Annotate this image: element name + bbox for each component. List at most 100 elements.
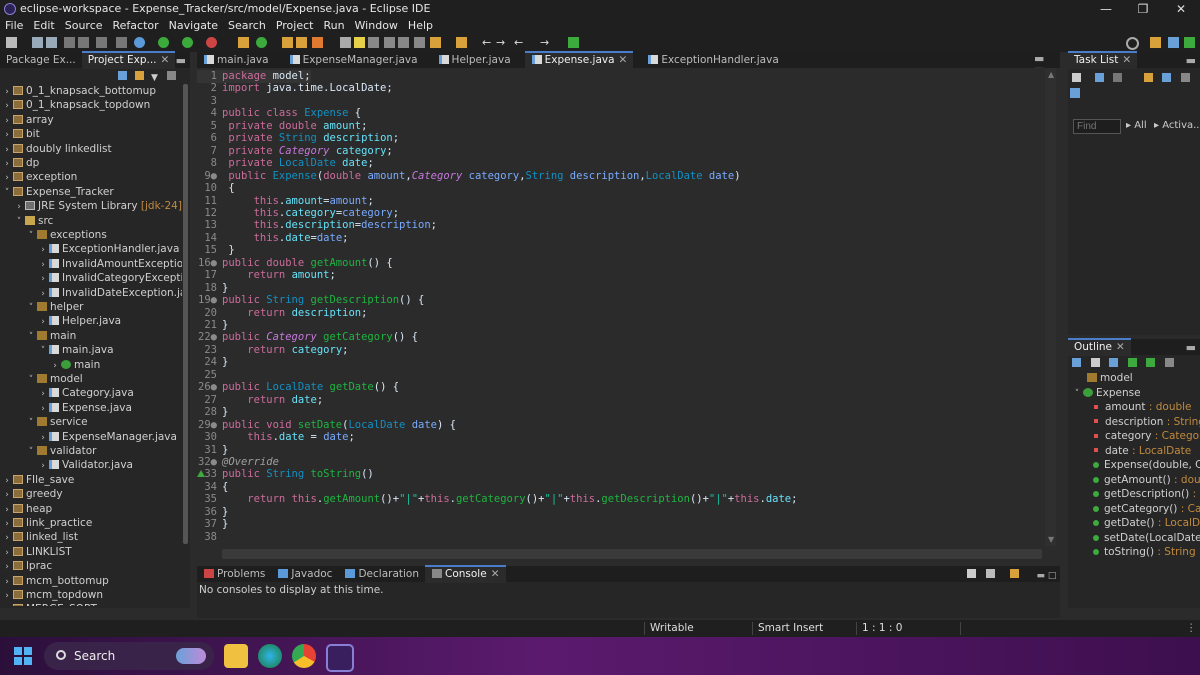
- restore-button[interactable]: ❐: [1128, 1, 1158, 17]
- editor-tab-helper[interactable]: Helper.java: [432, 52, 517, 68]
- tab-project-explorer[interactable]: Project Exp... ✕: [81, 51, 176, 69]
- menu-window[interactable]: Window: [350, 18, 403, 34]
- chevron-right-icon[interactable]: ›: [2, 114, 12, 128]
- chevron-right-icon[interactable]: ›: [2, 517, 12, 531]
- chevron-down-icon[interactable]: ˅: [1072, 387, 1082, 401]
- status-menu-icon[interactable]: ⋮: [1186, 622, 1197, 634]
- tab-package-explorer[interactable]: Package Ex...: [0, 52, 82, 68]
- chevron-right-icon[interactable]: ›: [38, 459, 48, 473]
- menu-run[interactable]: Run: [318, 18, 349, 34]
- tab-declaration[interactable]: Declaration: [338, 566, 425, 582]
- outline-item[interactable]: getCategory() : Categ: [1068, 502, 1200, 516]
- tree-item[interactable]: ˅ src: [2, 214, 54, 228]
- chevron-right-icon[interactable]: ›: [38, 431, 48, 445]
- outline-item[interactable]: date : LocalDate: [1068, 444, 1191, 458]
- chrome-icon[interactable]: [292, 644, 316, 668]
- tree-item[interactable]: › InvalidDateException.java: [2, 286, 182, 300]
- view-menu-icon[interactable]: [1164, 358, 1174, 367]
- eclipse-taskbar-icon[interactable]: [326, 644, 354, 672]
- collapse-all-icon[interactable]: [1072, 358, 1081, 367]
- outline-item[interactable]: getDescription() : Str: [1068, 487, 1200, 501]
- close-icon[interactable]: ✕: [619, 54, 628, 66]
- editor-tab-main[interactable]: main.java: [197, 52, 275, 68]
- tree-item[interactable]: › mcm_topdown: [2, 588, 103, 602]
- next-annotation-icon[interactable]: [430, 37, 441, 48]
- outline-item[interactable]: Expense(double, Cate: [1068, 458, 1200, 472]
- debug-perspective-icon[interactable]: [1184, 37, 1195, 48]
- menu-help[interactable]: Help: [403, 18, 438, 34]
- chevron-right-icon[interactable]: ›: [2, 575, 12, 589]
- scroll-up-icon[interactable]: ▲: [1048, 70, 1054, 79]
- chevron-down-icon[interactable]: ˅: [26, 445, 36, 459]
- tree-item[interactable]: ˅ helper: [2, 300, 84, 315]
- tree-item[interactable]: › 0_1_knapsack_bottomup: [2, 84, 156, 98]
- chevron-right-icon[interactable]: ›: [2, 546, 12, 560]
- sort-icon[interactable]: [1090, 358, 1100, 367]
- chevron-down-icon[interactable]: ˅: [26, 416, 36, 430]
- tree-item[interactable]: ˅ service: [2, 415, 88, 429]
- tab-console[interactable]: Console ✕: [425, 565, 506, 583]
- pin-editor-icon[interactable]: [568, 37, 579, 48]
- search-icon[interactable]: [1126, 37, 1139, 50]
- menu-refactor[interactable]: Refactor: [108, 18, 164, 34]
- outline-item[interactable]: amount : double: [1068, 400, 1192, 414]
- outline-item[interactable]: setDate(LocalDate) :: [1068, 531, 1200, 545]
- run-icon[interactable]: [158, 37, 169, 48]
- tree-item[interactable]: › FIle_save: [2, 473, 74, 487]
- chevron-right-icon[interactable]: ›: [2, 474, 12, 488]
- collapse-all-icon[interactable]: [118, 71, 127, 80]
- tree-item[interactable]: › MERGE_SORT: [2, 602, 97, 606]
- tree-item[interactable]: › InvalidCategoryException.ja: [2, 271, 182, 285]
- filter-icon[interactable]: ▼: [151, 73, 158, 83]
- close-icon[interactable]: ✕: [1116, 341, 1125, 353]
- block-selection-icon[interactable]: [368, 37, 379, 48]
- word-wrap-icon[interactable]: [384, 37, 395, 48]
- categorize-icon[interactable]: [1094, 73, 1104, 82]
- chevron-right-icon[interactable]: ›: [2, 143, 12, 157]
- editor-tab-expense[interactable]: Expense.java ✕: [524, 51, 634, 69]
- tree-item[interactable]: › greedy: [2, 487, 62, 501]
- tree-item[interactable]: › ExpenseManager.java: [2, 430, 177, 444]
- tree-item[interactable]: › JRE System Library [jdk-24]: [2, 199, 182, 213]
- close-icon[interactable]: ✕: [491, 568, 500, 580]
- minimize-view-icon[interactable]: ▬: [176, 54, 190, 67]
- menu-source[interactable]: Source: [60, 18, 108, 34]
- tree-item[interactable]: ˅ model: [2, 372, 83, 386]
- terminal-icon[interactable]: [116, 37, 127, 48]
- chevron-down-icon[interactable]: ˅: [26, 301, 36, 315]
- scroll-down-icon[interactable]: ▼: [1048, 535, 1054, 544]
- java-perspective-icon[interactable]: [1168, 37, 1179, 48]
- task-find-input[interactable]: [1073, 119, 1121, 134]
- last-edit-icon[interactable]: ←: [482, 37, 493, 48]
- search-tool-icon[interactable]: [312, 37, 323, 48]
- menu-search[interactable]: Search: [223, 18, 271, 34]
- save-all-icon[interactable]: [46, 37, 57, 48]
- chevron-right-icon[interactable]: ›: [2, 85, 12, 99]
- view-menu-icon[interactable]: [1180, 73, 1190, 82]
- outline-item[interactable]: description : String: [1068, 415, 1200, 429]
- tab-problems[interactable]: Problems: [197, 566, 271, 582]
- tab-javadoc[interactable]: Javadoc: [271, 566, 338, 582]
- forward-icon[interactable]: →: [496, 37, 507, 48]
- editor-horizontal-scrollbar[interactable]: [222, 549, 1042, 559]
- tree-item[interactable]: ˅ main.java: [2, 343, 114, 357]
- tree-item[interactable]: › lprac: [2, 559, 52, 573]
- next-icon[interactable]: →: [540, 37, 551, 48]
- tree-scrollbar[interactable]: [183, 84, 188, 544]
- pin-console-icon[interactable]: [985, 569, 995, 578]
- tree-item[interactable]: › LINKLIST: [2, 545, 72, 559]
- chevron-right-icon[interactable]: ›: [38, 272, 48, 286]
- tree-item[interactable]: ˅ Expense_Tracker: [2, 185, 114, 199]
- link-with-editor-icon[interactable]: [134, 71, 144, 80]
- view-menu-icon[interactable]: [167, 71, 177, 80]
- chevron-right-icon[interactable]: ›: [2, 503, 12, 517]
- menu-project[interactable]: Project: [271, 18, 319, 34]
- new-icon[interactable]: [6, 37, 17, 48]
- editor-tab-expensemanager[interactable]: ExpenseManager.java: [283, 52, 424, 68]
- minimize-button[interactable]: —: [1091, 1, 1121, 17]
- hide-static-icon[interactable]: [1127, 358, 1137, 367]
- tree-item[interactable]: › heap: [2, 502, 52, 516]
- tree-item[interactable]: › exception: [2, 170, 77, 184]
- tree-item[interactable]: › link_practice: [2, 516, 92, 530]
- hide-fields-icon[interactable]: [1109, 358, 1118, 367]
